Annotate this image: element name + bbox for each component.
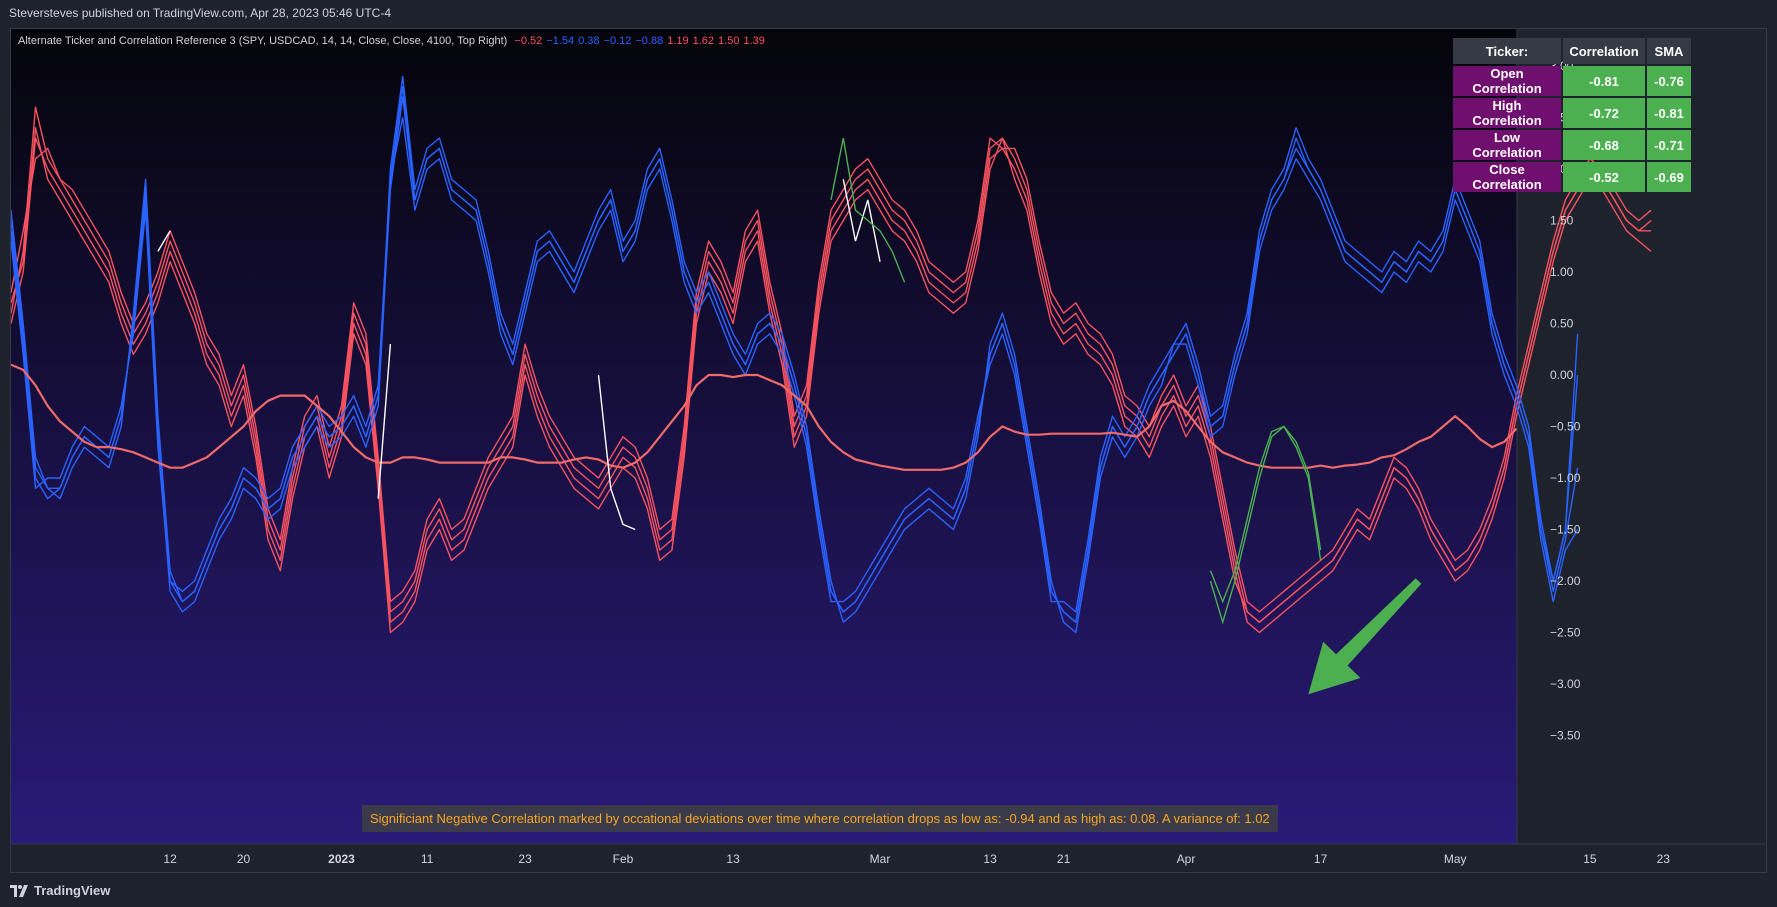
table-row: Close Correlation -0.52 -0.69 <box>1453 162 1691 192</box>
table-header-sma: SMA <box>1647 38 1691 64</box>
table-header-correlation: Correlation <box>1563 38 1645 64</box>
x-tick-label: 23 <box>518 852 532 866</box>
row-label: Low Correlation <box>1453 130 1561 160</box>
x-tick-label: 13 <box>726 852 740 866</box>
legend-value: 1.39 <box>743 35 765 47</box>
y-tick-label: −0.50 <box>1550 420 1581 434</box>
row-correlation: -0.52 <box>1563 162 1645 192</box>
row-label: Open Correlation <box>1453 66 1561 96</box>
table-row: High Correlation -0.72 -0.81 <box>1453 98 1691 128</box>
publish-text: Steversteves published on TradingView.co… <box>9 6 392 20</box>
x-tick-label: Feb <box>613 852 634 866</box>
legend-value: −0.12 <box>603 35 632 47</box>
correlation-table: Ticker: Correlation SMA Open Correlation… <box>1451 36 1693 194</box>
x-tick-label: 13 <box>983 852 997 866</box>
publish-header: Steversteves published on TradingView.co… <box>0 0 1777 27</box>
tradingview-logo[interactable]: TradingView <box>10 883 110 898</box>
y-tick-label: −3.50 <box>1550 729 1581 743</box>
row-label: Close Correlation <box>1453 162 1561 192</box>
x-tick-label: 2023 <box>328 852 355 866</box>
table-row: Open Correlation -0.81 -0.76 <box>1453 66 1691 96</box>
x-tick-label: Apr <box>1177 852 1196 866</box>
y-tick-label: 0.50 <box>1550 317 1574 331</box>
y-tick-label: −1.50 <box>1550 523 1581 537</box>
y-tick-label: −2.50 <box>1550 626 1581 640</box>
x-tick-label: 23 <box>1657 852 1671 866</box>
row-sma: -0.76 <box>1647 66 1691 96</box>
y-tick-label: −3.00 <box>1550 677 1581 691</box>
table-row: Low Correlation -0.68 -0.71 <box>1453 130 1691 160</box>
y-tick-label: 1.00 <box>1550 265 1574 279</box>
legend-value: 1.50 <box>718 35 740 47</box>
x-tick-label: 17 <box>1314 852 1328 866</box>
indicator-legend[interactable]: Alternate Ticker and Correlation Referen… <box>18 35 765 47</box>
y-tick-label: −2.00 <box>1550 574 1581 588</box>
annotation-text: Significiant Negative Correlation marked… <box>370 811 1270 826</box>
x-tick-label: 11 <box>421 852 434 866</box>
table-header-row: Ticker: Correlation SMA <box>1453 38 1691 64</box>
row-sma: -0.69 <box>1647 162 1691 192</box>
x-tick-label: 21 <box>1057 852 1071 866</box>
annotation-note: Significiant Negative Correlation marked… <box>362 805 1278 832</box>
brand-name: TradingView <box>34 883 111 898</box>
indicator-title: Alternate Ticker and Correlation Referen… <box>18 35 508 47</box>
row-label: High Correlation <box>1453 98 1561 128</box>
x-tick-label: 12 <box>163 852 177 866</box>
x-tick-label: Mar <box>870 852 891 866</box>
legend-value: −0.88 <box>635 35 664 47</box>
tradingview-logo-icon <box>10 884 28 897</box>
footer: TradingView <box>0 876 1777 907</box>
y-tick-label: 0.00 <box>1550 368 1574 382</box>
legend-value: 1.19 <box>667 35 689 47</box>
x-tick-label: May <box>1444 852 1467 866</box>
indicator-values: −0.52 −1.54 0.38 −0.12 −0.88 1.19 1.62 1.50 1.39 <box>510 35 764 47</box>
row-correlation: -0.81 <box>1563 66 1645 96</box>
row-sma: -0.81 <box>1647 98 1691 128</box>
legend-value: −1.54 <box>546 35 575 47</box>
y-tick-label: 1.50 <box>1550 214 1574 228</box>
x-tick-label: 15 <box>1583 852 1597 866</box>
legend-value: −0.52 <box>514 35 543 47</box>
x-tick-label: 20 <box>237 852 251 866</box>
row-correlation: -0.68 <box>1563 130 1645 160</box>
table-header-ticker: Ticker: <box>1453 38 1561 64</box>
legend-value: 0.38 <box>578 35 600 47</box>
y-tick-label: −1.00 <box>1550 471 1581 485</box>
row-sma: -0.71 <box>1647 130 1691 160</box>
legend-value: 1.62 <box>692 35 715 47</box>
row-correlation: -0.72 <box>1563 98 1645 128</box>
